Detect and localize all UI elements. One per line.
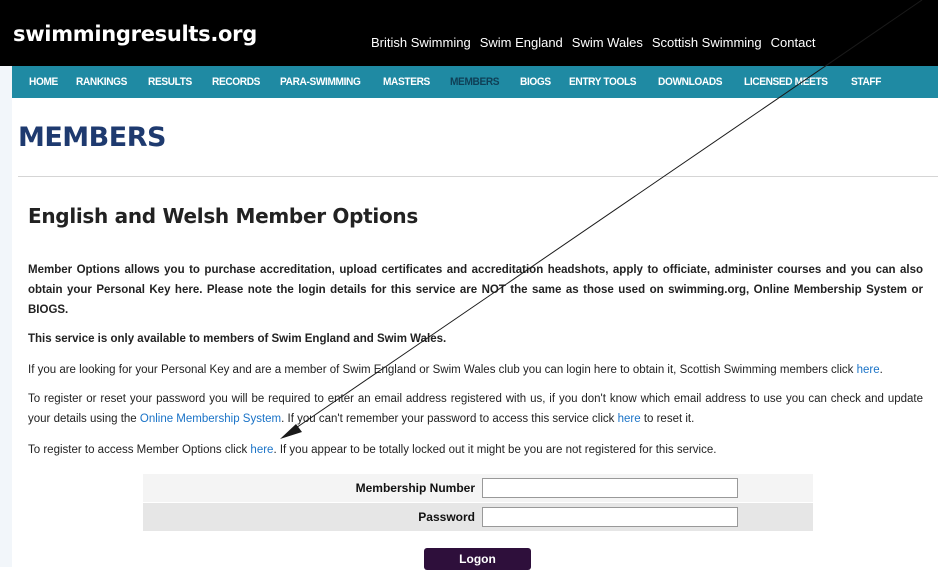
online-membership-system-link[interactable]: Online Membership System bbox=[140, 413, 281, 425]
personal-key-paragraph: If you are looking for your Personal Key… bbox=[28, 360, 923, 380]
personal-key-end: . bbox=[879, 364, 883, 376]
nav-item-licensed-meets[interactable]: LICENSED MEETS bbox=[744, 76, 828, 88]
site-header: swimmingresults.org British Swimming Swi… bbox=[0, 0, 938, 66]
nav-item-downloads[interactable]: DOWNLOADS bbox=[658, 76, 723, 88]
main-nav: HOME RANKINGS RESULTS RECORDS PARA-SWIMM… bbox=[12, 66, 938, 98]
section-title: English and Welsh Member Options bbox=[28, 204, 418, 228]
reset-password-link[interactable]: here bbox=[618, 413, 641, 425]
top-link-swim-england[interactable]: Swim England bbox=[480, 35, 563, 50]
password-row: Password bbox=[143, 503, 813, 531]
nav-item-rankings[interactable]: RANKINGS bbox=[76, 76, 127, 88]
page: swimmingresults.org British Swimming Swi… bbox=[0, 0, 938, 570]
nav-item-home[interactable]: HOME bbox=[29, 76, 58, 88]
register-reset-paragraph: To register or reset your password you w… bbox=[28, 389, 923, 429]
membership-row: Membership Number bbox=[143, 474, 813, 502]
nav-item-members[interactable]: MEMBERS bbox=[450, 76, 500, 88]
intro-paragraph: Member Options allows you to purchase ac… bbox=[28, 264, 923, 316]
nav-item-entry-tools[interactable]: ENTRY TOOLS bbox=[569, 76, 637, 88]
top-link-british-swimming[interactable]: British Swimming bbox=[371, 35, 471, 50]
register-access-text-2: . If you appear to be totally locked out… bbox=[273, 444, 717, 456]
password-input[interactable] bbox=[482, 507, 738, 527]
nav-item-staff[interactable]: STAFF bbox=[851, 76, 881, 88]
register-access-text-1: To register to access Member Options cli… bbox=[28, 444, 251, 456]
nav-item-biogs[interactable]: BIOGS bbox=[520, 76, 551, 88]
divider bbox=[18, 176, 938, 177]
membership-number-input[interactable] bbox=[482, 478, 738, 498]
top-links: British Swimming Swim England Swim Wales… bbox=[371, 35, 824, 50]
top-link-swim-wales[interactable]: Swim Wales bbox=[572, 35, 643, 50]
scottish-members-link[interactable]: here bbox=[857, 364, 880, 376]
left-margin-band bbox=[0, 0, 12, 567]
top-link-scottish-swimming[interactable]: Scottish Swimming bbox=[652, 35, 762, 50]
register-access-paragraph: To register to access Member Options cli… bbox=[28, 440, 923, 460]
register-reset-text-3: to reset it. bbox=[640, 413, 695, 425]
page-title: MEMBERS bbox=[18, 122, 166, 153]
register-reset-text-2: . If you can't remember your password to… bbox=[281, 413, 618, 425]
password-label: Password bbox=[418, 510, 475, 524]
nav-item-masters[interactable]: MASTERS bbox=[383, 76, 430, 88]
top-link-contact[interactable]: Contact bbox=[771, 35, 816, 50]
register-here-link[interactable]: here bbox=[250, 444, 273, 456]
membership-number-label: Membership Number bbox=[355, 481, 475, 495]
site-logo[interactable]: swimmingresults.org bbox=[13, 22, 257, 46]
nav-item-records[interactable]: RECORDS bbox=[212, 76, 260, 88]
availability-notice: This service is only available to member… bbox=[28, 333, 447, 345]
nav-item-para-swimming[interactable]: PARA-SWIMMING bbox=[280, 76, 361, 88]
nav-item-results[interactable]: RESULTS bbox=[148, 76, 192, 88]
personal-key-text: If you are looking for your Personal Key… bbox=[28, 364, 857, 376]
